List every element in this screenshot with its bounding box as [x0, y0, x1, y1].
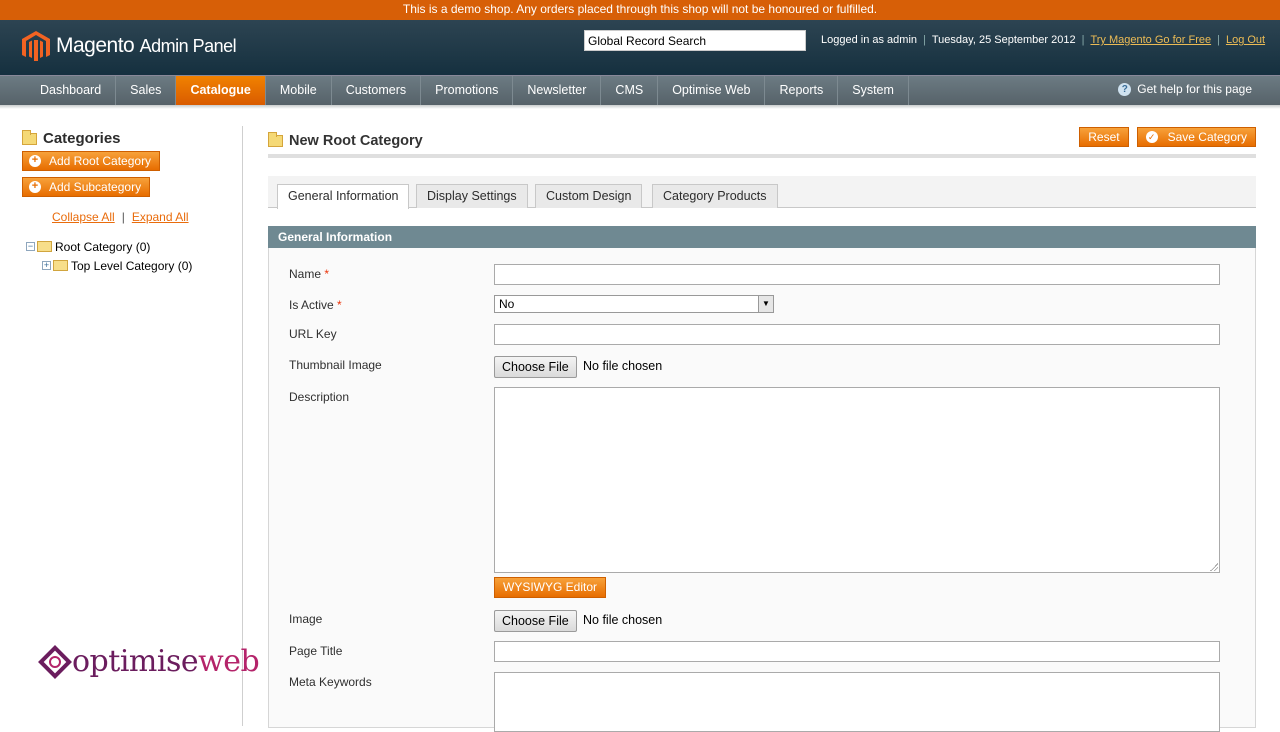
nav-newsletter[interactable]: Newsletter — [513, 76, 602, 105]
url-key-input[interactable] — [494, 324, 1220, 345]
demo-notice: This is a demo shop. Any orders placed t… — [0, 0, 1280, 20]
optimiseweb-logo-icon — [38, 644, 72, 679]
help-icon: ? — [1118, 83, 1132, 96]
plus-icon: + — [29, 155, 41, 167]
image-file-status: No file chosen — [583, 613, 663, 627]
tree-node-label[interactable]: Root Category (0) — [55, 240, 150, 254]
header-links: Logged in as admin | Tuesday, 25 September… — [821, 34, 1266, 46]
folder-icon — [53, 260, 68, 271]
add-subcategory-label: Add Subcategory — [49, 180, 142, 194]
description-label: Description — [289, 390, 350, 404]
nav-dashboard[interactable]: Dashboard — [0, 76, 117, 105]
logged-in-text: Logged in as admin — [821, 34, 918, 46]
nav-sales[interactable]: Sales — [116, 76, 177, 105]
save-category-label: Save Category — [1167, 130, 1247, 144]
sidebar-title: Categories — [22, 129, 242, 147]
tree-node-label[interactable]: Top Level Category (0) — [71, 259, 192, 273]
is-active-value: No — [499, 297, 515, 311]
sidebar-divider — [242, 126, 243, 726]
is-active-label: Is Active * — [289, 298, 342, 312]
logout-link[interactable]: Log Out — [1226, 34, 1265, 46]
wysiwyg-editor-button[interactable]: WYSIWYG Editor — [494, 577, 607, 598]
nav-optimise-web[interactable]: Optimise Web — [658, 76, 766, 105]
tree-controls-separator: | — [121, 210, 125, 224]
help-link[interactable]: ? Get help for this page — [1118, 76, 1252, 103]
expand-toggle-icon[interactable]: + — [42, 261, 51, 270]
logo-text: Magento Admin Panel — [56, 34, 237, 57]
section-header: General Information — [268, 226, 1256, 248]
image-label: Image — [289, 612, 323, 626]
magento-logo[interactable]: Magento Admin Panel — [22, 31, 237, 61]
expand-all-link[interactable]: Expand All — [132, 210, 189, 224]
tab-display-settings[interactable]: Display Settings — [416, 184, 528, 208]
page-title: New Root Category — [268, 132, 423, 149]
nav-customers[interactable]: Customers — [332, 76, 422, 105]
name-input[interactable] — [494, 264, 1220, 285]
add-root-category-label: Add Root Category — [49, 154, 152, 168]
nav-system[interactable]: System — [838, 76, 909, 105]
categories-sidebar: Categories + Add Root Category + Add Sub… — [22, 129, 242, 275]
magento-logo-icon — [22, 31, 50, 61]
nav-reports[interactable]: Reports — [765, 76, 839, 105]
nav-cms[interactable]: CMS — [601, 76, 659, 105]
checkmark-icon: ✓ — [1145, 131, 1158, 143]
folder-icon — [37, 241, 52, 252]
collapse-toggle-icon[interactable]: − — [26, 242, 35, 251]
nav-mobile[interactable]: Mobile — [266, 76, 332, 105]
page-header: New Root Category Reset ✓ Save Category — [268, 126, 1256, 158]
tree-node-top-level[interactable]: + Top Level Category (0) — [42, 256, 242, 275]
is-active-select[interactable]: No ▼ — [494, 295, 774, 313]
tab-category-products[interactable]: Category Products — [652, 184, 778, 208]
folder-icon — [22, 129, 37, 145]
optimiseweb-watermark: optimiseweb — [38, 644, 260, 679]
meta-keywords-label: Meta Keywords — [289, 675, 372, 689]
tree-controls: Collapse All | Expand All — [52, 210, 242, 224]
date-text: Tuesday, 25 September 2012 — [931, 34, 1076, 46]
thumbnail-choose-file-button[interactable]: Choose File — [494, 356, 577, 378]
main-navigation: Dashboard Sales Catalogue Mobile Custome… — [0, 75, 1280, 105]
watermark-text: optimiseweb — [72, 644, 260, 679]
sidebar-title-text: Categories — [43, 130, 121, 147]
thumbnail-image-label: Thumbnail Image — [289, 358, 382, 372]
plus-icon: + — [29, 181, 41, 193]
page-title-text: New Root Category — [289, 133, 423, 149]
page-actions: Reset ✓ Save Category — [1079, 127, 1256, 147]
nav-promotions[interactable]: Promotions — [421, 76, 514, 105]
global-search-input[interactable] — [584, 30, 806, 51]
tab-general-information[interactable]: General Information — [277, 184, 410, 209]
nav-catalogue[interactable]: Catalogue — [176, 76, 266, 105]
description-textarea[interactable] — [494, 387, 1220, 573]
save-category-button[interactable]: ✓ Save Category — [1136, 127, 1256, 147]
page-title-label: Page Title — [289, 644, 343, 658]
add-subcategory-button[interactable]: + Add Subcategory — [22, 177, 151, 197]
folder-icon — [268, 132, 283, 147]
thumbnail-file-status: No file chosen — [583, 359, 663, 373]
nav-shadow — [0, 105, 1280, 109]
admin-header: Magento Admin Panel Logged in as admin|T… — [0, 20, 1280, 75]
tree-node-root[interactable]: − Root Category (0) — [26, 237, 242, 256]
dropdown-arrow-icon: ▼ — [758, 296, 773, 312]
collapse-all-link[interactable]: Collapse All — [52, 210, 115, 224]
add-root-category-button[interactable]: + Add Root Category — [22, 151, 161, 171]
name-label: Name * — [289, 267, 330, 281]
tab-custom-design[interactable]: Custom Design — [535, 184, 643, 208]
try-magento-go-link[interactable]: Try Magento Go for Free — [1090, 34, 1211, 46]
resize-grip-icon[interactable] — [1210, 563, 1218, 571]
image-choose-file-button[interactable]: Choose File — [494, 610, 577, 632]
help-label: Get help for this page — [1137, 82, 1252, 96]
meta-keywords-textarea[interactable] — [494, 672, 1220, 732]
page-title-input[interactable] — [494, 641, 1220, 662]
reset-button[interactable]: Reset — [1079, 127, 1129, 147]
category-tree: − Root Category (0) + Top Level Category… — [22, 237, 242, 275]
category-tabs: General Information Display Settings Cus… — [268, 176, 1256, 209]
url-key-label: URL Key — [289, 327, 337, 341]
